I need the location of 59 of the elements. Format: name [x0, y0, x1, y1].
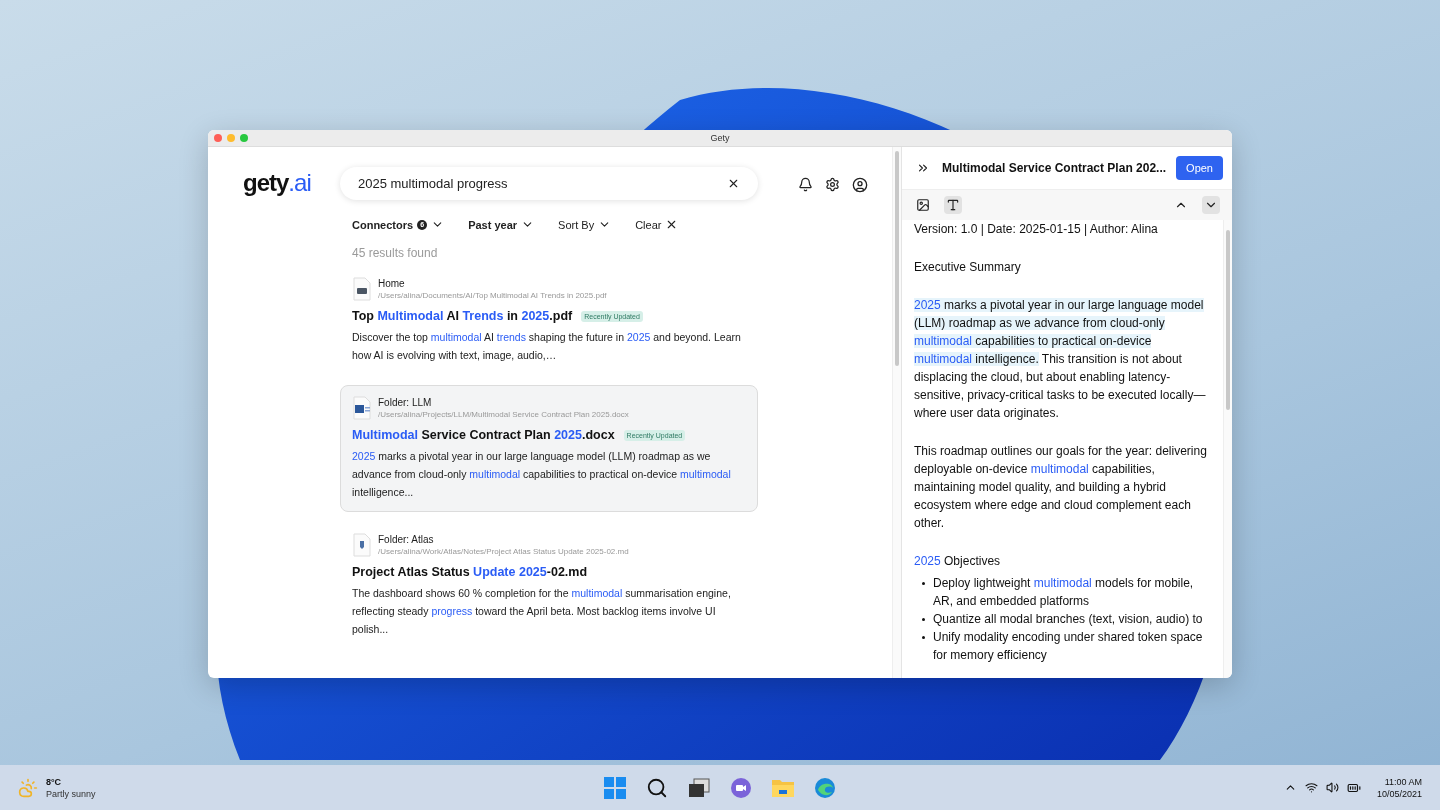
windows-logo-icon — [604, 776, 626, 799]
result-snippet: The dashboard shows 60 % completion for the multimodal summarisation engine, reflecting steady progress toward the April beta. Most backlog items involve UI polish... — [352, 586, 732, 637]
result-snippet: 2025 marks a pivotal year in our large language model (LLM) roadmap as we advance from cloud-only multimodal capabilities to practical on-device multimodal intelligence... — [352, 449, 732, 500]
clock-date: 10/05/2021 — [1376, 788, 1422, 799]
document-paragraph: Executive Summary — [914, 259, 1022, 276]
bullet-item: Unify modality encoding under shared token space for memory efficiency — [922, 628, 1209, 664]
next-match-button[interactable] — [1202, 196, 1220, 214]
document-paragraph: Version: 1.0 | Date: 2025-01-15 | Author: Alina — [914, 221, 1159, 238]
result-title: Top Multimodal AI Trends in 2025.pdf — [352, 309, 573, 323]
clear-filters-button[interactable]: Clear — [635, 218, 679, 231]
logo: gety.ai — [243, 169, 312, 197]
result-card[interactable] — [340, 385, 758, 512]
result-title: Project Atlas Status Update 2025-02.md — [352, 565, 588, 579]
file-path: /Users/alina/Projects/LLM/Multimodal Service Contract Plan 2025.docx — [378, 410, 629, 419]
scrollbar-thumb[interactable] — [1226, 230, 1230, 410]
search-icon — [646, 776, 668, 799]
file-path: /Users/alina/Work/Atlas/Notes/Project Atlas Status Update 2025-02.md — [378, 547, 629, 556]
result-location: Folder: Atlas — [378, 534, 435, 545]
file-path: /Users/alina/Documents/AI/Top Multimodal AI Trends in 2025.pdf — [378, 291, 607, 300]
filter-dropdown[interactable]: Past year — [468, 218, 535, 231]
temperature: 8°C — [46, 776, 63, 787]
clock-time: 11:00 AM — [1384, 776, 1422, 787]
document-paragraph: 2025 marks a pivotal year in our large language model (LLM) roadmap as we advance from cloud-only multimodal capabilities to practical on-device multimodal intelligence. This transition is not about displacing the cloud, but about enabling latency-sensitive, privacy-critical tasks to be executed locally—where user data originates. — [914, 297, 1207, 422]
text-view-button[interactable] — [944, 196, 962, 214]
double-chevron-icon — [916, 161, 930, 175]
file-icon — [352, 396, 372, 420]
result-location: Folder: LLM — [378, 397, 433, 408]
file-icon — [352, 277, 372, 301]
close-icon — [727, 177, 740, 190]
bullet-item: Quantize all modal branches (text, vision, audio) to — [922, 610, 1209, 628]
bullet-item: Deploy lightweight multimodal models for mobile, AR, and embedded platforms — [922, 574, 1209, 610]
result-title: Multimodal Service Contract Plan 2025.docx — [352, 428, 615, 442]
scrollbar-thumb[interactable] — [895, 151, 899, 366]
close-button[interactable] — [214, 134, 222, 142]
image-icon — [916, 198, 930, 212]
file-icon — [352, 533, 372, 557]
filter-dropdown[interactable]: Sort By — [558, 218, 612, 231]
browser-icon — [814, 776, 836, 799]
settings-icon — [825, 177, 840, 192]
weather-icon — [18, 777, 38, 798]
document-paragraph: This roadmap outlines our goals for the year: delivering deployable on-device multimodal capabilities, maintaining model quality, and building a hybrid ecosystem where edge and cloud complement each other. — [914, 443, 1208, 532]
wifi-icon[interactable] — [1304, 781, 1318, 794]
user-icon — [852, 177, 868, 193]
preview-title: Multimodal Service Contract Plan 202... — [942, 161, 1167, 175]
result-location: Home — [378, 278, 406, 289]
results-count: 45 results found — [351, 245, 439, 262]
folder-icon — [771, 777, 795, 798]
volume-icon[interactable] — [1325, 781, 1339, 794]
task-view-icon — [688, 777, 710, 798]
chat-icon — [730, 776, 752, 799]
search-field[interactable]: 2025 multimodal progress — [340, 167, 758, 200]
text-icon — [946, 198, 960, 212]
window-title: Gety — [710, 133, 730, 143]
bell-icon — [798, 177, 813, 192]
open-button[interactable]: Open — [1176, 156, 1223, 180]
result-snippet: Discover the top multimodal AI trends shaping the future in 2025 and beyond. Learn how AI is evolving with text, image, audio,… — [352, 330, 742, 363]
section-heading: 2025 Objectives — [914, 553, 1002, 570]
image-view-button[interactable] — [914, 196, 932, 214]
weather-condition: Partly sunny — [46, 788, 96, 799]
